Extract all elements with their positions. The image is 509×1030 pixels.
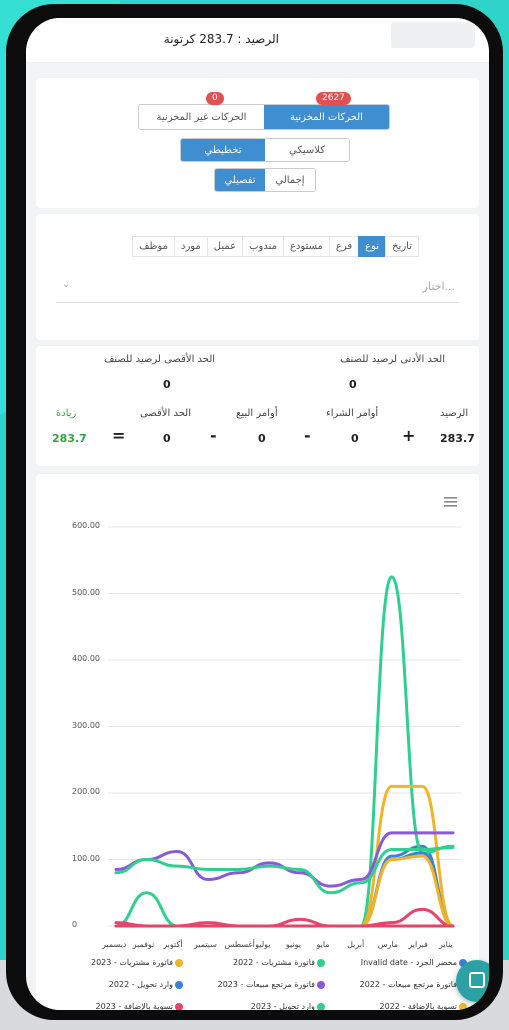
balance-label: الرصيد bbox=[440, 408, 469, 419]
total-tab[interactable]: إجمالي bbox=[265, 169, 315, 191]
legend-item[interactable]: فاتورة مرتجع مبيعات - 2022 bbox=[360, 980, 467, 989]
top-bar: الرصيد : 283.7 كرتونة bbox=[26, 18, 489, 62]
filter-select-placeholder: اختار... bbox=[422, 280, 455, 293]
top-action-box[interactable] bbox=[391, 22, 475, 48]
legend-label: محضر الجرد - Invalid date bbox=[360, 958, 457, 967]
legend-item[interactable]: فاتورة مشتريات - 2022 bbox=[233, 958, 325, 967]
chart-card: 600.00 500.00 400.00 300.00 200.00 100.00 0 ين… bbox=[36, 474, 479, 1010]
chevron-down-icon[interactable]: ⌄ bbox=[62, 279, 70, 290]
series-line[interactable] bbox=[114, 784, 455, 928]
min-limit-label: الحد الأدنى لرصيد للصنف bbox=[340, 354, 445, 365]
purchase-orders-label: أوامر الشراء bbox=[326, 408, 379, 419]
result-label: زيادة bbox=[56, 408, 77, 419]
x-tick-label: مايو bbox=[316, 940, 330, 949]
x-tick-label: نوفمبر bbox=[132, 940, 155, 949]
sale-orders-value: 0 bbox=[258, 432, 266, 445]
legend-label: وارد تحويل - 2023 bbox=[250, 1002, 315, 1010]
stock-summary-card: الحد الأدنى لرصيد للصنف 0 الحد الأقصى لر… bbox=[36, 346, 479, 466]
max-limit-value: 0 bbox=[163, 378, 171, 391]
purchase-orders-value: 0 bbox=[351, 432, 359, 445]
legend-item[interactable]: فاتورة مرتجع مبيعات - 2023 bbox=[218, 980, 325, 989]
sale-orders-label: أوامر البيع bbox=[236, 408, 278, 419]
movement-type-toggle: الحركات غير المخزنية الحركات المخزنية bbox=[138, 104, 390, 130]
max-limit-label: الحد الأقصى لرصيد للصنف bbox=[104, 354, 216, 365]
nonstock-count-badge: 0 bbox=[206, 92, 224, 105]
legend-color-dot bbox=[175, 1002, 183, 1010]
x-tick-label: يونيو bbox=[285, 940, 301, 949]
legend-color-dot bbox=[175, 958, 183, 967]
x-tick-label: مارس bbox=[377, 940, 399, 949]
min-limit-value: 0 bbox=[349, 378, 357, 391]
stock-movements-tab[interactable]: الحركات المخزنية bbox=[264, 105, 389, 129]
filter-tab-employee[interactable]: موظف bbox=[132, 236, 175, 257]
filter-tab-rep[interactable]: مندوب bbox=[242, 236, 285, 257]
detailed-tab[interactable]: تفصيلي bbox=[215, 169, 265, 191]
x-tick-label: يوليو bbox=[255, 940, 271, 949]
legend-label: وارد تحويل - 2022 bbox=[108, 980, 173, 989]
phone-frame: الرصيد : 283.7 كرتونة الحركات غير المخزن… bbox=[6, 4, 503, 1020]
filter-tab-warehouse[interactable]: مستودع bbox=[283, 236, 330, 257]
max-limit-eq-value: 0 bbox=[163, 432, 171, 445]
legend-color-dot bbox=[317, 1002, 325, 1010]
legend-color-dot bbox=[317, 958, 325, 967]
filter-tab-customer[interactable]: عميل bbox=[206, 236, 244, 257]
filter-tabs: تاريخ نوع فرع مستودع مندوب عميل مورد موظ… bbox=[132, 236, 419, 257]
filter-card: تاريخ نوع فرع مستودع مندوب عميل مورد موظ… bbox=[36, 214, 479, 340]
x-tick-label: أكتوبر bbox=[163, 940, 183, 949]
x-tick-label: سبتمبر bbox=[193, 940, 217, 949]
app-screen: الرصيد : 283.7 كرتونة الحركات غير المخزن… bbox=[26, 18, 489, 1010]
x-tick-label: ديسمبر bbox=[102, 940, 127, 949]
nonstock-movements-tab[interactable]: الحركات غير المخزنية bbox=[139, 105, 264, 129]
max-limit-eq-label: الحد الأقصى bbox=[140, 408, 191, 419]
legend-label: فاتورة مرتجع مبيعات - 2022 bbox=[359, 980, 457, 989]
x-tick-label: أبريل bbox=[347, 940, 365, 949]
legend-item[interactable]: محضر الجرد - Invalid date bbox=[361, 958, 467, 967]
result-value: 283.7 bbox=[52, 432, 87, 445]
line-chart bbox=[108, 526, 461, 928]
legend-color-dot bbox=[175, 980, 183, 989]
detail-level-toggle: تفصيلي إجمالي bbox=[214, 168, 316, 192]
filter-tab-type[interactable]: نوع bbox=[358, 236, 387, 257]
filter-tab-supplier[interactable]: مورد bbox=[173, 236, 208, 257]
stock-count-badge: 2627 bbox=[316, 92, 351, 105]
toggle-card: الحركات غير المخزنية الحركات المخزنية 0 … bbox=[36, 78, 479, 208]
legend-item[interactable]: وارد تحويل - 2022 bbox=[109, 980, 183, 989]
legend-item[interactable]: وارد تحويل - 2023 bbox=[251, 1002, 325, 1010]
x-tick-label: أغسطس bbox=[224, 940, 255, 949]
legend-label: فاتورة مشتريات - 2023 bbox=[91, 958, 173, 967]
legend-label: تسوية بالإضافة - 2022 bbox=[379, 1002, 457, 1010]
filter-tab-branch[interactable]: فرع bbox=[328, 236, 360, 257]
x-tick-label: فبراير bbox=[408, 940, 428, 949]
chart-mode-tab[interactable]: تخطيطي bbox=[181, 139, 265, 161]
legend-item[interactable]: تسوية بالإضافة - 2023 bbox=[96, 1002, 183, 1010]
equals-sign: = bbox=[112, 426, 126, 445]
minus-sign-2: - bbox=[210, 426, 217, 445]
legend-label: تسوية بالإضافة - 2023 bbox=[95, 1002, 173, 1010]
filter-select[interactable]: اختار... ⌄ bbox=[56, 272, 459, 303]
legend-label: فاتورة مرتجع مبيعات - 2023 bbox=[217, 980, 315, 989]
legend-color-dot bbox=[459, 1002, 467, 1010]
classic-mode-tab[interactable]: كلاسيكي bbox=[265, 139, 349, 161]
minus-sign-1: - bbox=[304, 426, 311, 445]
legend-color-dot bbox=[317, 980, 325, 989]
series-line[interactable] bbox=[114, 575, 455, 928]
x-tick-label: يناير bbox=[439, 940, 453, 949]
balance-value: 283.7 bbox=[440, 432, 475, 445]
balance-text: الرصيد : 283.7 كرتونة bbox=[163, 32, 279, 46]
plus-sign: + bbox=[402, 426, 416, 445]
filter-tab-date[interactable]: تاريخ bbox=[385, 236, 419, 257]
legend-label: فاتورة مشتريات - 2022 bbox=[233, 958, 315, 967]
legend-item[interactable]: فاتورة مشتريات - 2023 bbox=[91, 958, 183, 967]
legend-item[interactable]: تسوية بالإضافة - 2022 bbox=[380, 1002, 467, 1010]
chat-icon bbox=[469, 972, 485, 988]
display-mode-toggle: تخطيطي كلاسيكي bbox=[180, 138, 350, 162]
